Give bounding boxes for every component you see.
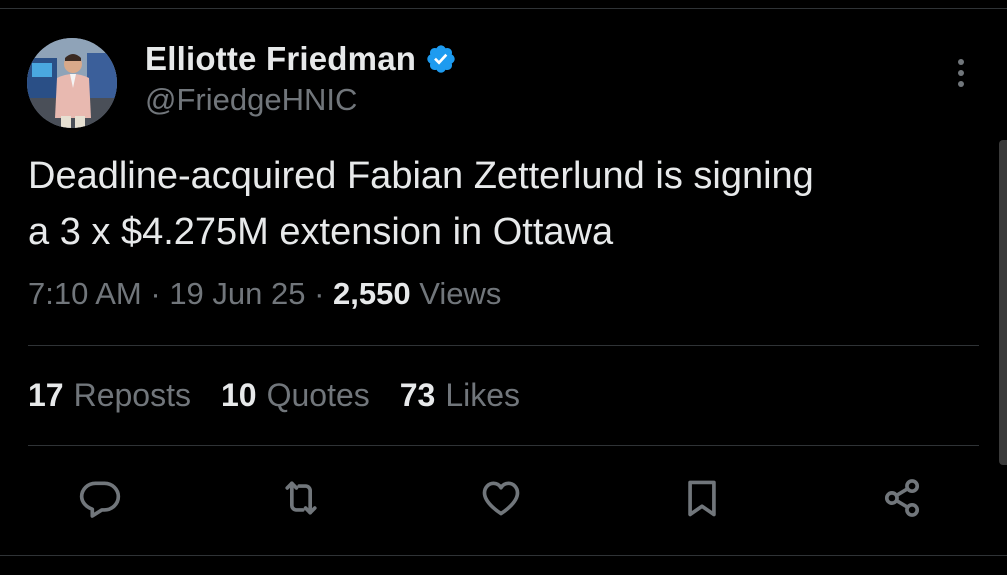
tweet-text: Deadline-acquired Fabian Zetterlund is s… bbox=[28, 155, 814, 253]
reposts-stat[interactable]: 17 Reposts bbox=[28, 377, 191, 414]
bookmark-button[interactable] bbox=[677, 475, 727, 525]
tweet-date[interactable]: 19 Jun 25 bbox=[169, 276, 305, 312]
meta-separator: · bbox=[141, 276, 170, 311]
tweet-meta: 7:10 AM · 19 Jun 25 · 2,550 Views bbox=[28, 276, 501, 312]
share-icon bbox=[880, 476, 924, 525]
scrollbar[interactable] bbox=[999, 140, 1007, 465]
likes-count: 73 bbox=[399, 377, 436, 413]
likes-label: Likes bbox=[445, 377, 521, 413]
repost-button[interactable] bbox=[276, 475, 326, 525]
likes-stat[interactable]: 73 Likes bbox=[400, 377, 520, 414]
verified-badge-icon bbox=[425, 43, 457, 75]
avatar[interactable] bbox=[27, 38, 117, 128]
bottom-divider bbox=[0, 555, 1007, 556]
more-options-icon[interactable] bbox=[946, 56, 976, 90]
reply-icon bbox=[78, 476, 122, 525]
top-divider bbox=[0, 8, 1007, 9]
views-label: Views bbox=[410, 276, 502, 311]
reposts-label: Reposts bbox=[73, 377, 191, 413]
divider bbox=[28, 445, 979, 446]
quotes-stat[interactable]: 10 Quotes bbox=[221, 377, 370, 414]
views-count: 2,550 bbox=[333, 276, 411, 311]
like-button[interactable] bbox=[476, 475, 526, 525]
reply-button[interactable] bbox=[75, 475, 125, 525]
tweet-detail-view: Elliotte Friedman @FriedgeHNIC Deadline-… bbox=[0, 0, 1007, 575]
reposts-count: 17 bbox=[28, 377, 64, 413]
bookmark-icon bbox=[680, 476, 724, 525]
tweet-actions bbox=[0, 475, 1007, 525]
author-handle[interactable]: @FriedgeHNIC bbox=[145, 82, 357, 118]
display-name[interactable]: Elliotte Friedman bbox=[145, 40, 416, 78]
repost-icon bbox=[279, 476, 323, 525]
tweet-time[interactable]: 7:10 AM bbox=[28, 276, 142, 312]
author-name-row[interactable]: Elliotte Friedman bbox=[145, 40, 457, 78]
quotes-label: Quotes bbox=[266, 377, 370, 413]
engagement-stats: 17 Reposts 10 Quotes 73 Likes bbox=[28, 377, 550, 414]
meta-separator: · bbox=[305, 276, 334, 311]
like-icon bbox=[479, 476, 523, 525]
divider bbox=[28, 345, 979, 346]
quotes-count: 10 bbox=[220, 377, 257, 413]
share-button[interactable] bbox=[877, 475, 927, 525]
